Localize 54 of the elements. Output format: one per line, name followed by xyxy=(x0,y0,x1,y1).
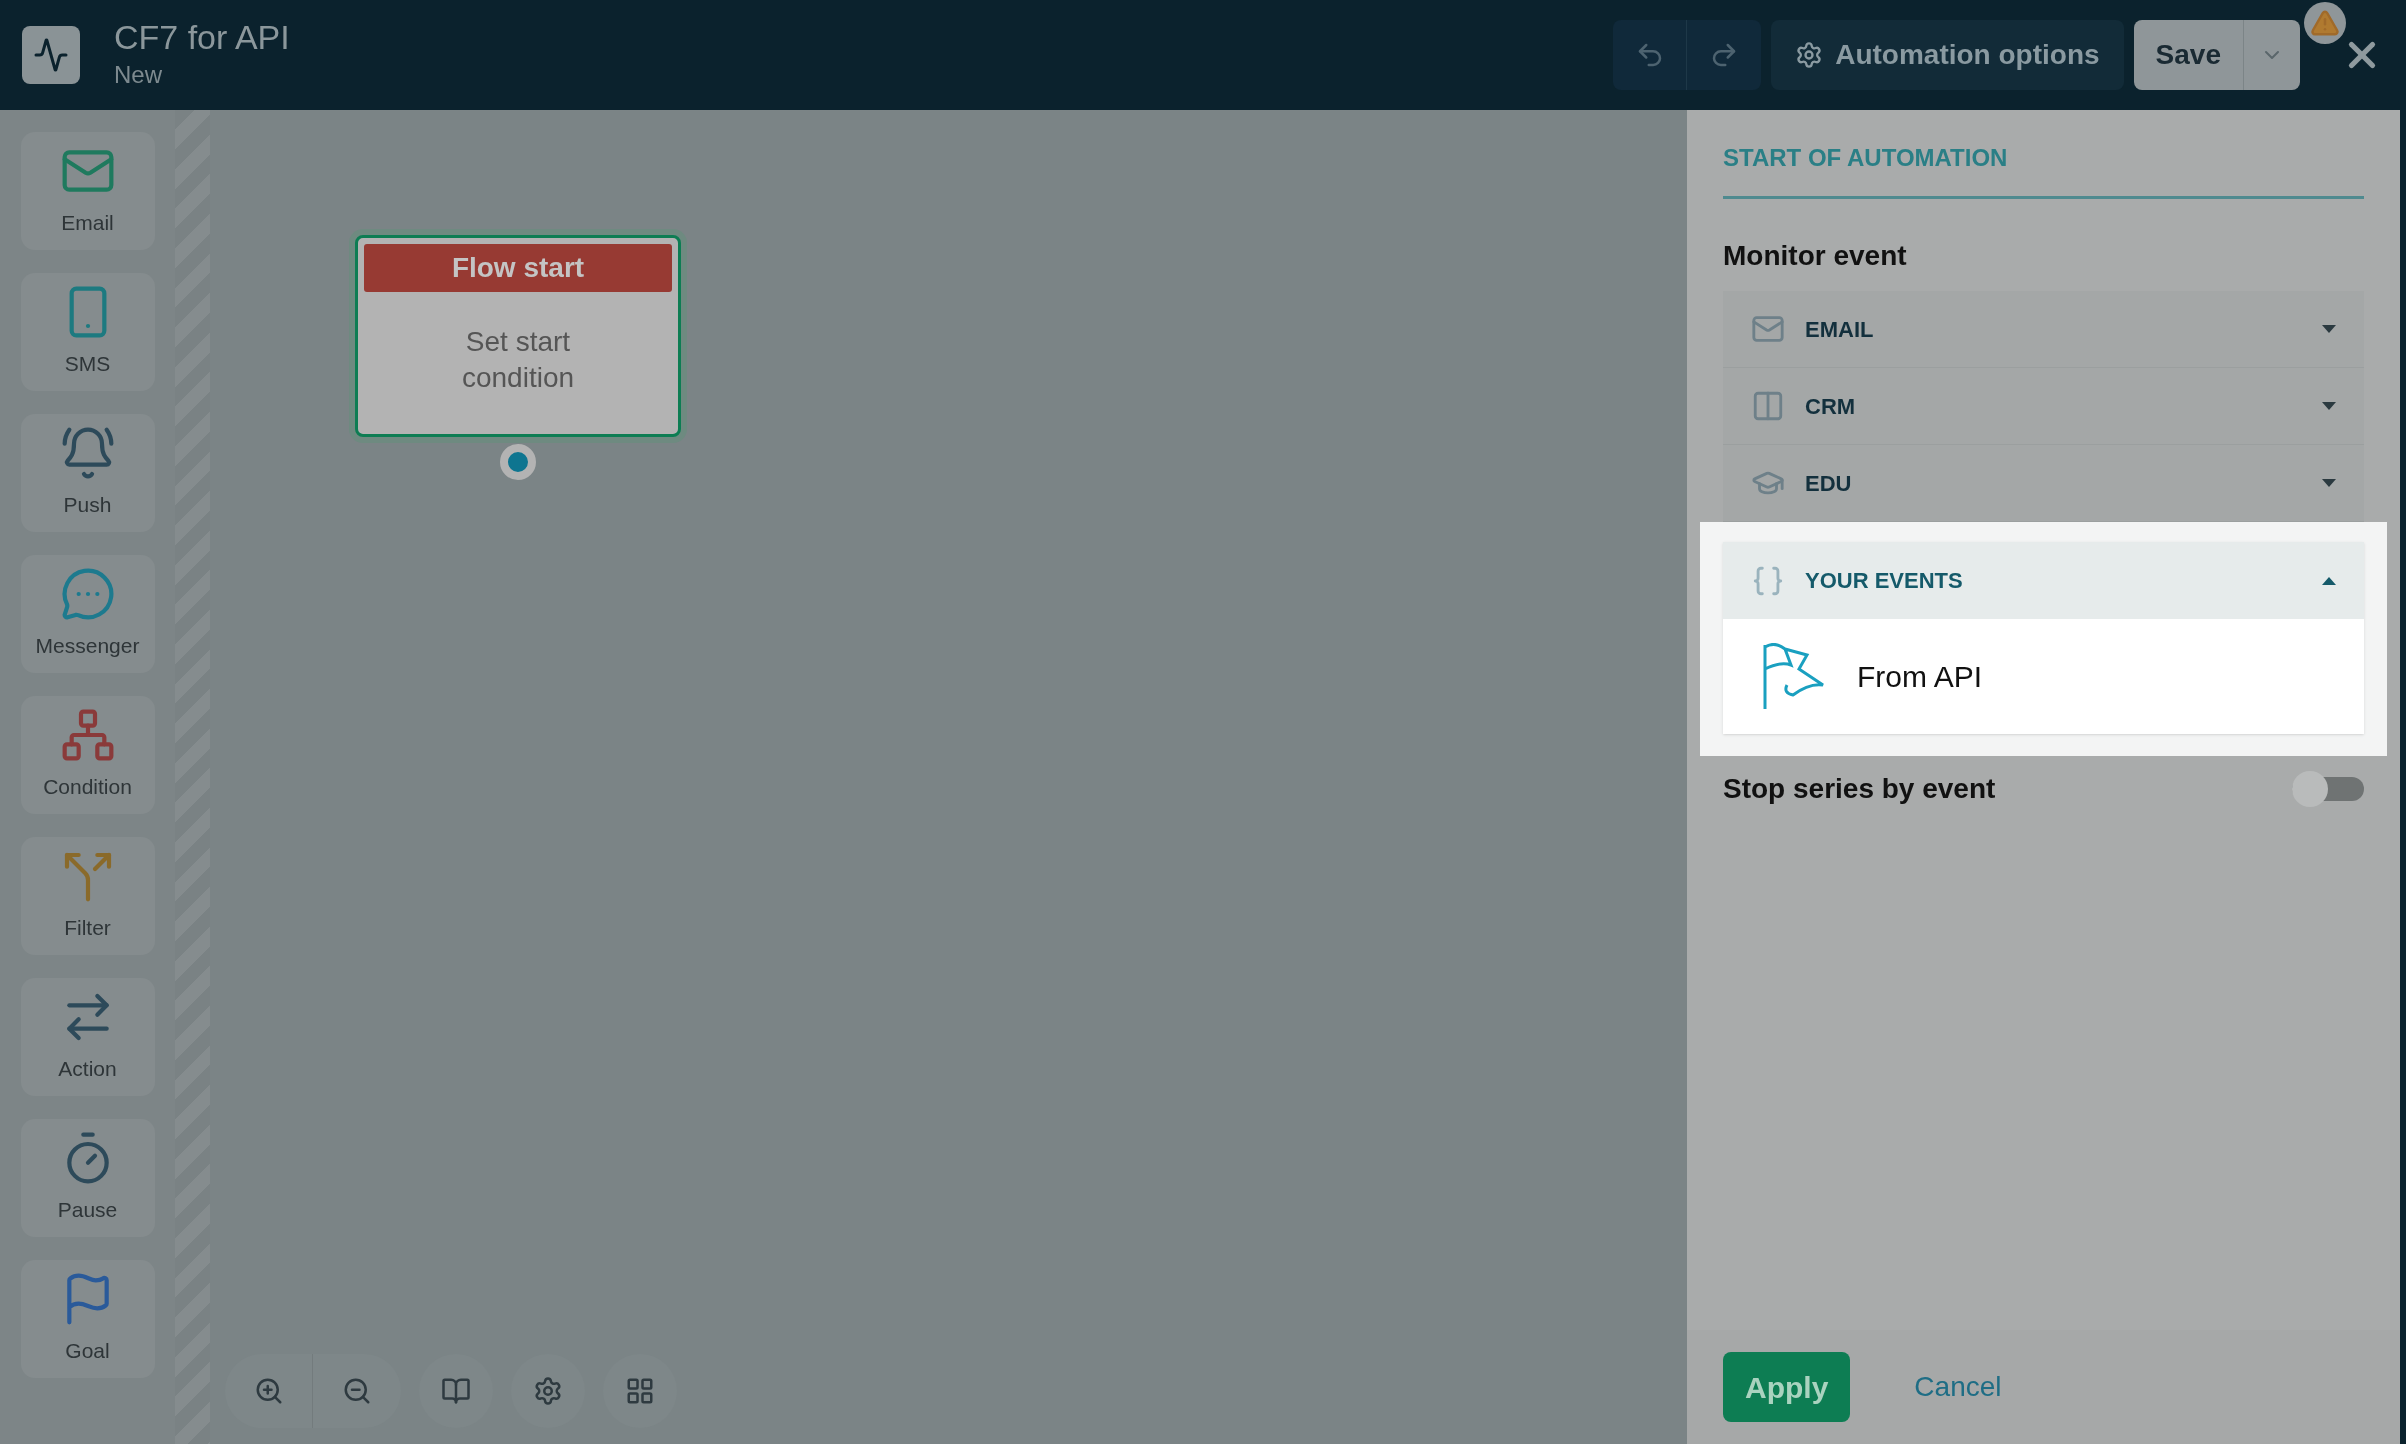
zoom-out-icon xyxy=(342,1376,372,1406)
palette-label: Email xyxy=(61,210,114,237)
cancel-button[interactable]: Cancel xyxy=(1914,1366,2002,1408)
option-label: From API xyxy=(1857,659,1983,695)
palette-label: Push xyxy=(63,492,112,519)
palette-label: Messenger xyxy=(35,633,140,660)
apply-button[interactable]: Apply xyxy=(1723,1352,1851,1422)
caret-icon xyxy=(2322,325,2336,333)
panel-title: START OF AUTOMATION xyxy=(1723,140,2364,199)
caret-icon xyxy=(2322,402,2336,410)
palette-label: Goal xyxy=(65,1338,110,1365)
accordion-label: EMAIL xyxy=(1805,315,1875,344)
toggle-switch[interactable] xyxy=(2292,771,2364,807)
node-output-port[interactable] xyxy=(500,444,536,480)
palette-tile[interactable]: Pause xyxy=(20,1119,155,1237)
accordion-label: EDU xyxy=(1805,469,1853,498)
columns-icon xyxy=(1751,389,1785,423)
palette-tile[interactable]: Email xyxy=(20,132,155,250)
palette-tile[interactable]: Action xyxy=(20,978,155,1096)
caret-icon xyxy=(2322,576,2336,585)
palette-tile[interactable]: Condition xyxy=(20,696,155,814)
palette-tile[interactable]: Messenger xyxy=(20,555,155,673)
palette-tile[interactable]: Push xyxy=(20,414,155,532)
palette-tile[interactable]: Filter xyxy=(20,837,155,955)
palette-label: SMS xyxy=(64,351,111,378)
palette-label: Pause xyxy=(57,1197,118,1224)
grid-icon xyxy=(625,1376,655,1406)
gear-icon xyxy=(1795,41,1824,69)
logo-icon xyxy=(22,26,80,84)
node-header: Flow start xyxy=(364,244,672,292)
warning-icon xyxy=(2310,8,2340,38)
accordion-label: YOUR EVENTS xyxy=(1805,567,1964,595)
accordion-label: CRM xyxy=(1805,392,1857,421)
palette-label: Filter xyxy=(64,915,111,942)
automation-options-button[interactable]: Automation options xyxy=(1771,20,2124,90)
palette-tile[interactable]: Goal xyxy=(20,1260,155,1378)
chat-bubble-icon xyxy=(59,566,116,623)
node-body: Set start condition xyxy=(460,325,576,395)
automation-title: CF7 for API xyxy=(114,17,290,57)
flag-icon xyxy=(1761,642,1827,711)
accordion-header[interactable]: CRM xyxy=(1723,368,2364,445)
palette-label: Condition xyxy=(43,774,132,801)
book-icon xyxy=(441,1376,471,1406)
automation-status: New xyxy=(114,60,163,90)
accordion-header[interactable]: EDU xyxy=(1723,445,2364,522)
palette-tile[interactable]: SMS xyxy=(20,273,155,391)
accordion-header[interactable]: YOUR EVENTS xyxy=(1723,542,2364,619)
settings-icon xyxy=(533,1376,563,1406)
caret-icon xyxy=(2322,479,2336,487)
accordion-header[interactable]: EMAIL xyxy=(1723,291,2364,368)
section-heading: Monitor event xyxy=(1723,239,1908,273)
toggle-label: Stop series by event xyxy=(1723,772,1996,806)
event-option[interactable]: From API xyxy=(1723,619,2364,734)
palette-label: Action xyxy=(58,1056,117,1083)
